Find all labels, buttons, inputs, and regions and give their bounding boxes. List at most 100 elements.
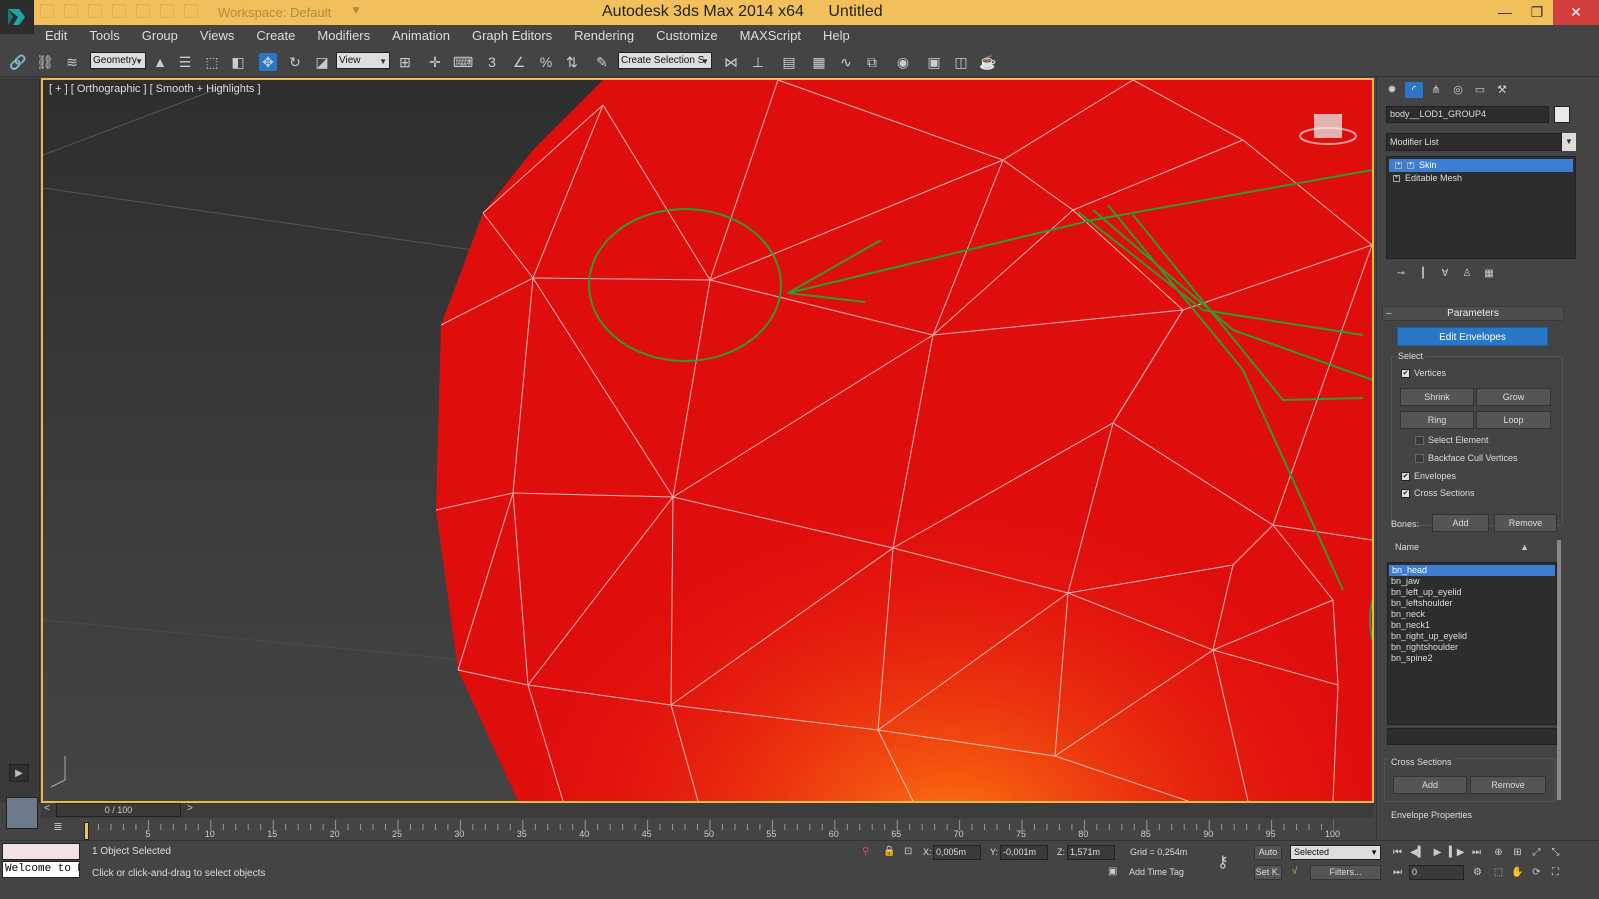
stack-item-editable-mesh[interactable]: + Editable Mesh: [1387, 172, 1575, 185]
spinner-snap-icon[interactable]: ⇅: [563, 53, 581, 71]
ring-button[interactable]: Ring: [1400, 411, 1474, 429]
current-frame-field[interactable]: 0: [1409, 865, 1464, 880]
maximize-button[interactable]: ❐: [1521, 0, 1553, 25]
create-tab-icon[interactable]: ✹: [1383, 82, 1401, 98]
schematic-view-icon[interactable]: ⧉: [863, 53, 881, 71]
hold-icon[interactable]: [160, 4, 174, 18]
time-tag-icon[interactable]: ▣: [1108, 866, 1117, 877]
selection-filter-select[interactable]: Geometry: [90, 52, 146, 69]
list-item[interactable]: bn_leftshoulder: [1388, 598, 1556, 609]
loop-button[interactable]: Loop: [1476, 411, 1551, 429]
named-selection-set-select[interactable]: Create Selection S: [618, 52, 712, 69]
add-time-tag-button[interactable]: Add Time Tag: [1129, 867, 1184, 877]
app-logo-button[interactable]: [0, 0, 34, 34]
hierarchy-tab-icon[interactable]: ⋔: [1427, 82, 1445, 98]
add-cross-section-button[interactable]: Add: [1393, 776, 1467, 794]
key-icon[interactable]: ⚷: [1217, 852, 1229, 872]
object-color-swatch[interactable]: [1554, 106, 1570, 123]
trackbar-menu-icon[interactable]: ≣: [50, 820, 66, 836]
play-icon[interactable]: ▶: [9, 764, 29, 782]
menu-graph-editors[interactable]: Graph Editors: [461, 25, 563, 47]
cross-sections-checkbox[interactable]: ✔ Cross Sections: [1401, 488, 1475, 498]
previous-frame-button[interactable]: <: [44, 803, 50, 814]
viewport-orthographic[interactable]: [ + ] [ Orthographic ] [ Smooth + Highli…: [41, 78, 1374, 803]
select-move-icon[interactable]: ✥: [259, 53, 277, 71]
graphite-ribbon-icon[interactable]: ▦: [810, 53, 828, 71]
checkbox-checked-icon[interactable]: ✔: [1401, 471, 1410, 481]
time-slider[interactable]: < 0 / 100 >: [41, 803, 1374, 818]
bones-list-header[interactable]: Name ▲: [1387, 539, 1557, 555]
menu-rendering[interactable]: Rendering: [563, 25, 645, 47]
list-item[interactable]: bn_neck1: [1388, 620, 1556, 631]
edit-named-selection-icon[interactable]: ✎: [593, 53, 611, 71]
collapse-icon[interactable]: –: [1386, 307, 1392, 320]
list-item[interactable]: bn_rightshoulder: [1388, 642, 1556, 653]
stack-item-skin[interactable]: • + Skin: [1389, 159, 1573, 172]
expand-plus-icon[interactable]: +: [1407, 162, 1414, 169]
y-coordinate-field[interactable]: -0,001m: [1000, 845, 1048, 860]
workspace-selector[interactable]: Workspace: Default: [218, 5, 331, 20]
menu-group[interactable]: Group: [131, 25, 189, 47]
object-name-field[interactable]: body__LOD1_GROUP4: [1386, 106, 1549, 123]
select-manipulate-icon[interactable]: ✛: [426, 53, 444, 71]
key-filters-button[interactable]: Filters...: [1310, 865, 1381, 880]
configure-modifier-sets-icon[interactable]: ▦: [1482, 267, 1496, 281]
remove-cross-section-button[interactable]: Remove: [1470, 776, 1546, 794]
zoom-extents-all-icon[interactable]: ⤡: [1548, 846, 1563, 860]
maximize-viewport-icon[interactable]: ⛶: [1548, 866, 1563, 880]
shrink-button[interactable]: Shrink: [1400, 388, 1474, 406]
angle-snap-icon[interactable]: ∠: [510, 53, 528, 71]
material-editor-icon[interactable]: ◉: [894, 53, 912, 71]
maxscript-listener-input[interactable]: [2, 843, 80, 860]
list-item[interactable]: bn_spine2: [1388, 653, 1556, 664]
list-item[interactable]: bn_right_up_eyelid: [1388, 631, 1556, 642]
save-file-icon[interactable]: [88, 4, 102, 18]
open-file-icon[interactable]: [64, 4, 78, 18]
minimize-button[interactable]: —: [1489, 0, 1521, 25]
go-to-start-icon[interactable]: ⏮: [1390, 846, 1405, 860]
remove-modifier-icon[interactable]: ♙: [1460, 267, 1474, 281]
menu-tools[interactable]: Tools: [78, 25, 130, 47]
key-mode-toggle-icon[interactable]: ⏭: [1390, 866, 1405, 880]
select-scale-icon[interactable]: ◪: [313, 53, 331, 71]
chevron-down-icon[interactable]: ▼: [350, 3, 362, 17]
edit-envelopes-button[interactable]: Edit Envelopes: [1397, 327, 1548, 346]
menu-customize[interactable]: Customize: [645, 25, 728, 47]
checkbox-unchecked-icon[interactable]: [1415, 453, 1424, 463]
bind-space-warp-icon[interactable]: ≋: [63, 53, 81, 71]
menu-modifiers[interactable]: Modifiers: [306, 25, 381, 47]
current-frame-marker[interactable]: [84, 822, 89, 840]
rectangular-selection-icon[interactable]: ⬚: [203, 53, 221, 71]
key-filter-select[interactable]: Selected: [1290, 845, 1381, 860]
viewport-label[interactable]: [ + ] [ Orthographic ] [ Smooth + Highli…: [49, 83, 261, 95]
isolate-selection-icon[interactable]: ⚲: [862, 846, 869, 857]
maxscript-output[interactable]: Welcome to MAXScript.: [2, 861, 80, 878]
time-slider-thumb[interactable]: 0 / 100: [56, 803, 181, 817]
curve-icon[interactable]: √: [1292, 866, 1298, 877]
selection-lock-icon[interactable]: 🔒: [883, 846, 895, 857]
pan-view-icon[interactable]: ✋: [1510, 866, 1525, 880]
command-panel-scrollbar[interactable]: [1557, 540, 1561, 800]
zoom-all-icon[interactable]: ⊞: [1510, 846, 1525, 860]
sort-ascending-icon[interactable]: ▲: [1520, 539, 1529, 555]
rendered-frame-window-icon[interactable]: ◫: [952, 53, 970, 71]
add-bone-button[interactable]: Add: [1432, 514, 1489, 532]
menu-create[interactable]: Create: [245, 25, 306, 47]
modify-tab-icon[interactable]: ◜: [1405, 82, 1423, 98]
pin-stack-icon[interactable]: ⊸: [1394, 267, 1408, 281]
x-coordinate-field[interactable]: 0,005m: [933, 845, 981, 860]
make-unique-icon[interactable]: ∀: [1438, 267, 1452, 281]
select-rotate-icon[interactable]: ↻: [286, 53, 304, 71]
select-element-checkbox[interactable]: Select Element: [1415, 435, 1489, 445]
zoom-extents-icon[interactable]: ⤢: [1529, 846, 1544, 860]
project-folder-icon[interactable]: [184, 4, 198, 18]
link-icon[interactable]: 🔗: [9, 53, 27, 71]
z-coordinate-field[interactable]: 1,571m: [1067, 845, 1115, 860]
vertices-checkbox[interactable]: ✔ Vertices: [1401, 368, 1446, 378]
render-production-icon[interactable]: ☕: [979, 53, 997, 71]
chevron-down-icon[interactable]: ▼: [1562, 133, 1576, 151]
absolute-mode-icon[interactable]: ⊡: [904, 846, 912, 857]
list-item[interactable]: bn_jaw: [1388, 576, 1556, 587]
redo-icon[interactable]: [136, 4, 150, 18]
zoom-icon[interactable]: ⊕: [1491, 846, 1506, 860]
